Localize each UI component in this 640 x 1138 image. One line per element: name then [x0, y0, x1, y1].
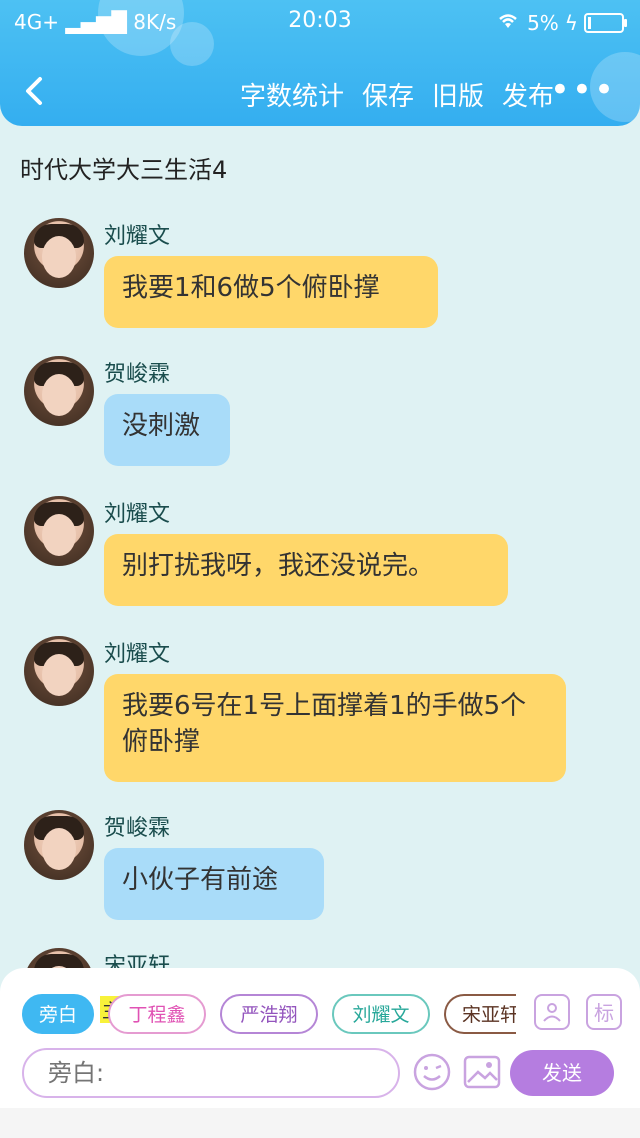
speaker-name: 贺峻霖 [104, 816, 171, 841]
message-bubble[interactable]: 我要6号在1号上面撑着1的手做5个俯卧撑 [104, 674, 566, 782]
status-right: 5% ϟ [495, 10, 627, 35]
message-input[interactable] [22, 1048, 400, 1098]
image-icon [463, 1055, 501, 1089]
avatar[interactable] [24, 810, 94, 880]
message-bubble[interactable]: 别打扰我呀，我还没说完。 [104, 534, 508, 606]
save-button[interactable]: 保存 [362, 76, 414, 113]
speaker-name: 贺峻霖 [104, 362, 171, 387]
toolbar: 字数统计 保存 旧版 发布 ••• [0, 66, 640, 122]
battery-icon [584, 12, 627, 33]
status-bar: 4G+ ▂▄▆█ 8K/s 20:03 5% ϟ [0, 8, 640, 38]
avatar[interactable] [24, 496, 94, 566]
charging-icon: ϟ [564, 10, 578, 35]
bottom-bar [0, 1108, 640, 1138]
toolbar-menu: 字数统计 保存 旧版 发布 [240, 76, 554, 113]
image-button[interactable] [462, 1052, 502, 1092]
app-header: 4G+ ▂▄▆█ 8K/s 20:03 5% ϟ 字数统计 保存 旧版 发布 •… [0, 0, 640, 126]
avatar[interactable] [24, 218, 94, 288]
role-chip[interactable]: 宋亚轩 [444, 994, 516, 1034]
smiley-icon [413, 1053, 451, 1091]
word-count-button[interactable]: 字数统计 [240, 76, 344, 113]
message-bubble[interactable]: 小伙子有前途 [104, 848, 324, 920]
message-bubble[interactable]: 没刺激 [104, 394, 230, 466]
message-bubble[interactable]: 我要1和6做5个俯卧撑 [104, 256, 438, 328]
speaker-name: 刘耀文 [104, 224, 171, 249]
publish-button[interactable]: 发布 [502, 76, 554, 113]
old-version-button[interactable]: 旧版 [432, 76, 484, 113]
role-chip[interactable]: 严浩翔 [220, 994, 318, 1034]
battery-percent: 5% [527, 10, 559, 35]
document-title: 时代大学大三生活4 [20, 156, 228, 184]
chevron-left-icon [26, 77, 42, 105]
character-manage-button[interactable] [534, 994, 570, 1030]
person-icon [543, 1003, 561, 1022]
role-chip[interactable]: 丁程鑫 [108, 994, 206, 1034]
avatar[interactable] [24, 356, 94, 426]
speaker-name: 刘耀文 [104, 502, 171, 527]
composer-panel: 旁白 主 丁程鑫 严浩翔 刘耀文 宋亚轩 标 发送 [0, 968, 640, 1108]
tag-button[interactable]: 标 [586, 994, 622, 1030]
role-chip[interactable]: 刘耀文 [332, 994, 430, 1034]
role-chip-narrator[interactable]: 旁白 [22, 994, 94, 1034]
more-menu-icon[interactable]: ••• [550, 70, 616, 110]
wifi-icon [495, 10, 521, 35]
emoji-button[interactable] [412, 1052, 452, 1092]
back-button[interactable] [22, 76, 48, 105]
send-button[interactable]: 发送 [510, 1050, 614, 1096]
avatar[interactable] [24, 636, 94, 706]
speaker-name: 刘耀文 [104, 642, 171, 667]
